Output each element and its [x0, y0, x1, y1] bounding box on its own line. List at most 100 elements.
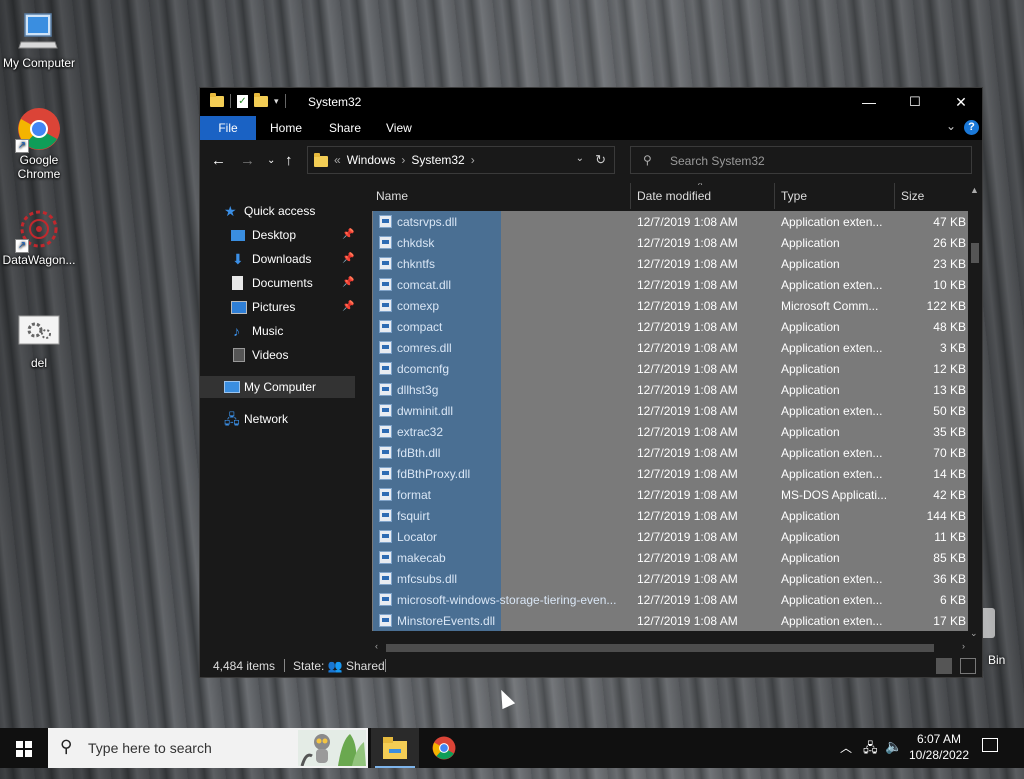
column-header-name[interactable]: Name — [376, 189, 408, 203]
maximize-button[interactable]: ☐ — [892, 88, 938, 116]
up-arrow-icon[interactable]: ↑ — [285, 152, 293, 169]
scroll-thumb[interactable] — [971, 243, 979, 263]
table-row[interactable]: makecab 12/7/2019 1:08 AM Application 85 KB — [372, 547, 968, 568]
table-row[interactable]: fdBth.dll 12/7/2019 1:08 AM Application ex… — [372, 442, 968, 463]
column-header-type[interactable]: Type — [781, 189, 807, 203]
table-row[interactable]: chkntfs 12/7/2019 1:08 AM Application 23 KB — [372, 253, 968, 274]
breadcrumb-overflow[interactable]: « — [334, 153, 341, 167]
show-hidden-icons-icon[interactable]: ︿ — [840, 739, 852, 779]
scroll-thumb[interactable] — [386, 644, 934, 652]
table-row[interactable]: comres.dll 12/7/2019 1:08 AM Application e… — [372, 337, 968, 358]
nav-videos[interactable]: Videos — [200, 344, 355, 366]
title-bar[interactable]: ✓ ▾ System32 — ☐ ✕ — [200, 88, 982, 116]
file-icon — [379, 341, 392, 354]
vertical-scrollbar[interactable]: ▲ ⌄ — [968, 183, 982, 641]
table-row[interactable]: dllhst3g 12/7/2019 1:08 AM Application 13 K… — [372, 379, 968, 400]
document-icon — [232, 276, 243, 290]
nav-network[interactable]: 🖧 Network — [200, 408, 355, 430]
file-type: Application exten... — [781, 341, 883, 355]
nav-desktop[interactable]: Desktop 📌 — [200, 224, 355, 246]
table-row[interactable]: fdBthProxy.dll 12/7/2019 1:08 AM Applicati… — [372, 463, 968, 484]
table-row[interactable]: comexp 12/7/2019 1:08 AM Microsoft Comm...… — [372, 295, 968, 316]
nav-music[interactable]: ♪ Music — [200, 320, 355, 342]
file-name: MinstoreEvents.dll — [397, 614, 496, 628]
nav-quick-access[interactable]: ★ Quick access — [200, 200, 355, 222]
desktop-icon-del[interactable]: del — [0, 310, 78, 370]
taskbar-search-box[interactable]: ⚲ Type here to search — [48, 728, 368, 768]
search-box[interactable]: ⚲ Search System32 — [630, 146, 972, 174]
column-header-date[interactable]: Date modified — [637, 189, 711, 203]
taskbar-chrome[interactable] — [420, 728, 468, 768]
breadcrumb-windows[interactable]: Windows — [347, 153, 396, 167]
file-icon — [379, 593, 392, 606]
details-view-icon[interactable] — [936, 658, 952, 674]
tab-share[interactable]: Share — [315, 116, 375, 140]
breadcrumb-system32[interactable]: System32 — [411, 153, 464, 167]
table-row[interactable]: format 12/7/2019 1:08 AM MS-DOS Applicati.… — [372, 484, 968, 505]
nav-my-computer[interactable]: My Computer — [200, 376, 355, 398]
nav-downloads[interactable]: ⬇ Downloads 📌 — [200, 248, 355, 270]
breadcrumb-separator[interactable]: › — [471, 153, 475, 167]
file-list: ^ Name Date modified Type Size catsrvps.… — [372, 183, 968, 641]
file-type: Application — [781, 530, 840, 544]
desktop-icon-label: del — [30, 356, 47, 370]
file-date: 12/7/2019 1:08 AM — [637, 572, 738, 586]
tab-file[interactable]: File — [200, 116, 256, 140]
column-header-size[interactable]: Size — [901, 189, 924, 203]
desktop-icon-my-computer[interactable]: My Computer — [0, 10, 78, 70]
table-row[interactable]: chkdsk 12/7/2019 1:08 AM Application 26 KB — [372, 232, 968, 253]
close-button[interactable]: ✕ — [938, 88, 984, 116]
desktop-icon-google-chrome[interactable]: ↗ Google Chrome — [0, 107, 78, 181]
recent-locations-icon[interactable]: ⌄ — [267, 155, 275, 166]
back-arrow-icon[interactable]: ← — [211, 152, 226, 169]
video-icon — [233, 348, 245, 362]
table-row[interactable]: microsoft-windows-storage-tiering-even..… — [372, 589, 968, 610]
table-row[interactable]: compact 12/7/2019 1:08 AM Application 48 KB — [372, 316, 968, 337]
file-date: 12/7/2019 1:08 AM — [637, 530, 738, 544]
help-icon[interactable]: ? — [964, 120, 979, 135]
desktop-icon-label: DataWagon... — [2, 253, 76, 267]
file-icon — [379, 383, 392, 396]
table-row[interactable]: MinstoreEvents.dll 12/7/2019 1:08 AM Appli… — [372, 610, 968, 631]
table-row[interactable]: catsrvps.dll 12/7/2019 1:08 AM Application… — [372, 211, 968, 232]
start-button[interactable] — [0, 728, 48, 768]
large-icons-view-icon[interactable] — [960, 658, 976, 674]
expand-ribbon-icon[interactable]: ⌄ — [946, 119, 956, 133]
volume-icon[interactable]: 🔈 — [885, 738, 902, 778]
nav-pictures[interactable]: Pictures 📌 — [200, 296, 355, 318]
network-status-icon[interactable]: 🖧 — [863, 739, 878, 779]
scroll-left-icon[interactable]: ‹ — [375, 641, 378, 651]
scroll-right-icon[interactable]: › — [962, 641, 965, 651]
file-type: Application — [781, 551, 840, 565]
breadcrumb-separator[interactable]: › — [401, 153, 405, 167]
tab-view[interactable]: View — [372, 116, 426, 140]
scroll-down-icon[interactable]: ⌄ — [970, 628, 978, 639]
customize-toolbar-icon[interactable]: ▾ — [274, 96, 279, 107]
recycle-bin-icon[interactable] — [983, 608, 995, 638]
chrome-icon — [432, 736, 456, 760]
refresh-icon[interactable]: ↻ — [595, 152, 606, 168]
scroll-up-icon[interactable]: ▲ — [970, 185, 979, 195]
file-name: dwminit.dll — [397, 404, 454, 418]
address-bar[interactable]: « Windows › System32 › ⌄ ↻ — [307, 146, 615, 174]
new-folder-icon[interactable] — [254, 92, 268, 107]
clock[interactable]: 6:07 AM 10/28/2022 — [906, 731, 972, 763]
table-row[interactable]: Locator 12/7/2019 1:08 AM Application 11 KB — [372, 526, 968, 547]
forward-arrow-icon[interactable]: → — [240, 152, 255, 169]
horizontal-scrollbar[interactable]: ‹ › — [372, 641, 968, 655]
minimize-button[interactable]: — — [846, 88, 892, 116]
nav-documents[interactable]: Documents 📌 — [200, 272, 355, 294]
mouse-cursor — [494, 686, 516, 710]
taskbar-file-explorer[interactable] — [371, 728, 419, 768]
address-history-icon[interactable]: ⌄ — [576, 153, 584, 164]
table-row[interactable]: mfcsubs.dll 12/7/2019 1:08 AM Application … — [372, 568, 968, 589]
table-row[interactable]: dwminit.dll 12/7/2019 1:08 AM Application … — [372, 400, 968, 421]
table-row[interactable]: comcat.dll 12/7/2019 1:08 AM Application e… — [372, 274, 968, 295]
properties-icon[interactable]: ✓ — [237, 94, 248, 108]
table-row[interactable]: extrac32 12/7/2019 1:08 AM Application 35 K… — [372, 421, 968, 442]
notification-center-icon[interactable] — [982, 738, 998, 752]
table-row[interactable]: fsquirt 12/7/2019 1:08 AM Application 144 K… — [372, 505, 968, 526]
tab-home[interactable]: Home — [256, 116, 316, 140]
desktop-icon-datawagon[interactable]: ↗ DataWagon... — [0, 207, 78, 267]
table-row[interactable]: dcomcnfg 12/7/2019 1:08 AM Application 12 K… — [372, 358, 968, 379]
